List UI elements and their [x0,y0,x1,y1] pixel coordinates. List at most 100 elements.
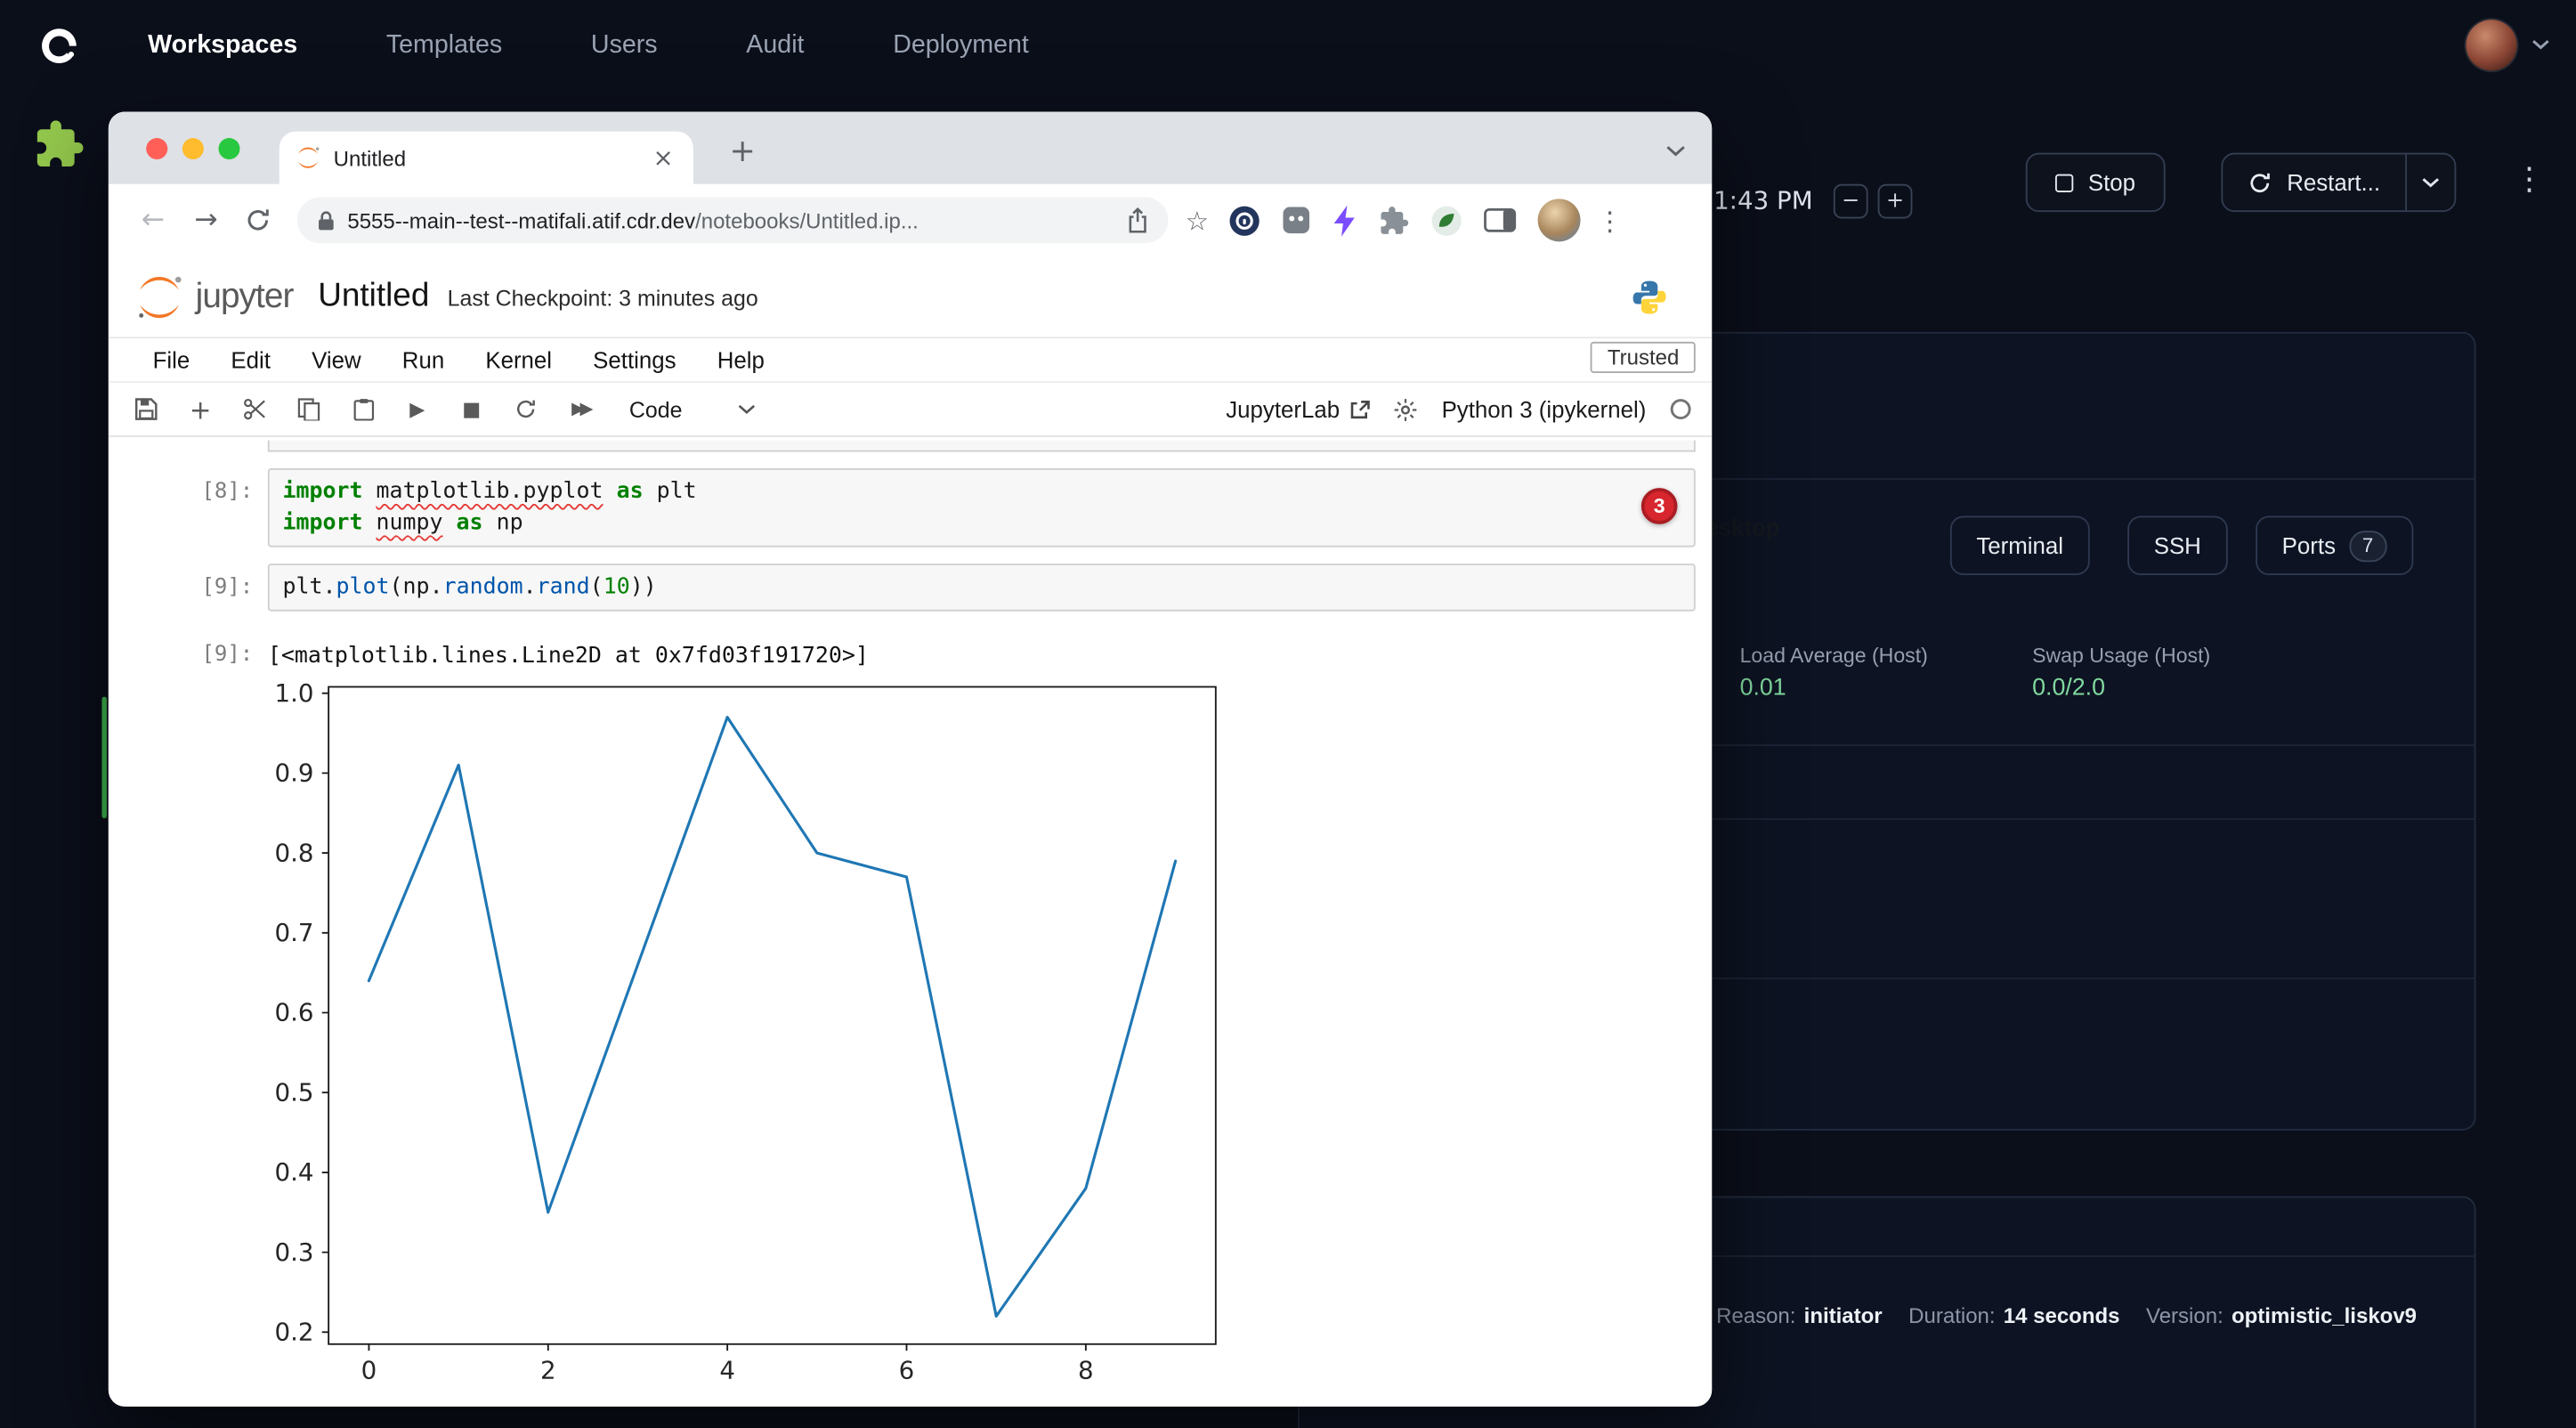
leaf-extension-icon[interactable] [1430,205,1462,236]
menu-edit[interactable]: Edit [231,346,271,373]
ports-button[interactable]: Ports 7 [2256,516,2413,575]
code-cell-input[interactable]: plt.plot(np.random.rand(10)) [268,564,1696,612]
kernel-status-icon [1669,398,1692,421]
chevron-down-icon[interactable] [2531,39,2549,51]
menu-view[interactable]: View [312,346,361,373]
insert-cell-icon[interactable]: + [182,394,219,425]
interrupt-kernel-icon[interactable]: ■ [453,398,490,421]
puzzle-extension-icon[interactable] [1378,205,1409,236]
forward-icon[interactable]: → [194,204,217,237]
cell-prompt: [9]: [109,631,268,672]
tab-search-chevron-icon[interactable] [1666,136,1686,166]
gear-icon[interactable] [1394,397,1419,422]
copy-icon[interactable] [291,398,328,421]
notebook-cells: [8]:import matplotlib.pyplot as pltimpor… [109,468,1712,1407]
svg-text:0.4: 0.4 [275,1157,314,1187]
nav-item-deployment[interactable]: Deployment [893,30,1029,60]
menu-help[interactable]: Help [717,346,765,373]
extension-icon[interactable] [1281,206,1310,235]
zoom-out-button[interactable]: − [1834,184,1868,219]
user-avatar[interactable] [2466,20,2516,70]
nav-item-users[interactable]: Users [591,30,658,60]
svg-text:0: 0 [361,1356,377,1385]
annotation-count-badge[interactable]: 3 [1641,488,1678,524]
restart-run-all-icon[interactable]: ▶▶ [562,400,598,419]
restart-workspace-button[interactable]: Restart... [2223,154,2404,210]
nav-item-templates[interactable]: Templates [386,30,502,60]
terminal-button[interactable]: Terminal [1950,516,2090,575]
window-minimize-button[interactable] [182,138,204,159]
stop-workspace-button[interactable]: Stop [2026,153,2166,212]
svg-text:2: 2 [540,1356,556,1385]
menu-run[interactable]: Run [402,346,444,373]
cell-type-select[interactable]: Code [629,397,757,422]
menu-kernel[interactable]: Kernel [485,346,552,373]
build-version: optimistic_liskov9 [2232,1303,2417,1328]
ssh-button[interactable]: SSH [2127,516,2227,575]
run-cell-icon[interactable]: ▶ [400,398,436,421]
jupyter-menubar: File Edit View Run Kernel Settings Help … [109,338,1712,383]
stat-swap-usage: Swap Usage (Host) 0.0/2.0 [2032,645,2210,702]
workspace-menu-kebab[interactable]: ⋮ [2514,165,2545,196]
open-jupyterlab-link[interactable]: JupyterLab [1226,396,1371,423]
share-icon[interactable] [1126,207,1147,234]
stat-load-average: Load Average (Host) 0.01 [1740,645,1928,702]
restart-options-chevron[interactable] [2405,154,2454,210]
window-close-button[interactable] [146,138,167,159]
svg-text:0.5: 0.5 [275,1077,314,1107]
screen: Workspaces Templates Users Audit Deploym… [0,0,2576,1428]
bookmark-star-icon[interactable]: ☆ [1186,205,1209,236]
build-duration: 14 seconds [2004,1303,2120,1328]
window-zoom-button[interactable] [218,138,239,159]
reload-icon[interactable] [244,207,271,234]
extensions-row [1228,199,1580,241]
browser-tab[interactable]: Untitled × [279,132,693,184]
code-cell-row: [8]:import matplotlib.pyplot as pltimpor… [109,468,1712,548]
browser-tab-strip: Untitled × + [109,112,1712,184]
lock-icon [316,209,334,231]
svg-text:1.0: 1.0 [275,678,314,708]
notebook-title[interactable]: Untitled [318,278,429,315]
browser-profile-avatar[interactable] [1537,199,1580,241]
menu-file[interactable]: File [153,346,190,373]
nav-item-workspaces[interactable]: Workspaces [148,30,297,60]
svg-text:4: 4 [719,1356,735,1385]
coder-logo-icon[interactable] [36,22,83,69]
template-puzzle-icon [33,118,85,179]
kernel-name[interactable]: Python 3 (ipykernel) [1442,396,1647,423]
cut-icon[interactable] [237,398,273,421]
code-cell-row: [9]:plt.plot(np.random.rand(10)) [109,564,1712,612]
svg-text:6: 6 [899,1356,915,1385]
paste-icon[interactable] [345,398,382,421]
external-link-icon [1349,399,1371,420]
nav-item-audit[interactable]: Audit [746,30,804,60]
code-cell-input[interactable]: import matplotlib.pyplot as pltimport nu… [268,468,1696,548]
bolt-extension-icon[interactable] [1333,205,1357,236]
build-reason: initiator [1804,1303,1883,1328]
clipped-cell-sliver [268,441,1696,452]
line-chart: 024680.20.30.40.50.60.70.80.91.0 [268,676,1253,1407]
new-tab-button[interactable]: + [719,128,766,174]
svg-text:0.3: 0.3 [275,1237,314,1267]
zoom-in-button[interactable]: + [1878,184,1913,219]
save-icon[interactable] [128,398,165,421]
restart-kernel-icon[interactable] [507,398,544,421]
browser-window: Untitled × + ← → 5555--m [109,112,1712,1407]
cell-output: [<matplotlib.lines.Line2D at 0x7fd03f191… [268,631,1696,672]
browser-menu-kebab[interactable]: ⋮ [1597,205,1624,236]
address-bar[interactable]: 5555--main--test--matifali.atif.cdr.dev/… [296,197,1167,243]
tab-close-icon[interactable]: × [650,143,677,173]
browser-toolbar: ← → 5555--main--test--matifali.atif.cdr.… [109,184,1712,256]
onepassword-extension-icon[interactable] [1228,205,1260,236]
svg-text:0.6: 0.6 [275,998,314,1027]
chart-output-row: 024680.20.30.40.50.60.70.80.91.0 [109,676,1712,1407]
python-logo [1630,277,1669,316]
sidebar-toggle-icon[interactable] [1483,207,1516,234]
build-info-row: Reason: initiator Duration: 14 seconds V… [1716,1303,2417,1328]
trusted-button[interactable]: Trusted [1591,342,1695,373]
menu-settings[interactable]: Settings [593,346,676,373]
svg-text:0.8: 0.8 [275,838,314,867]
svg-text:0.7: 0.7 [275,918,314,947]
clock: 1:43 PM [1713,186,1813,215]
back-icon[interactable]: ← [142,204,165,237]
